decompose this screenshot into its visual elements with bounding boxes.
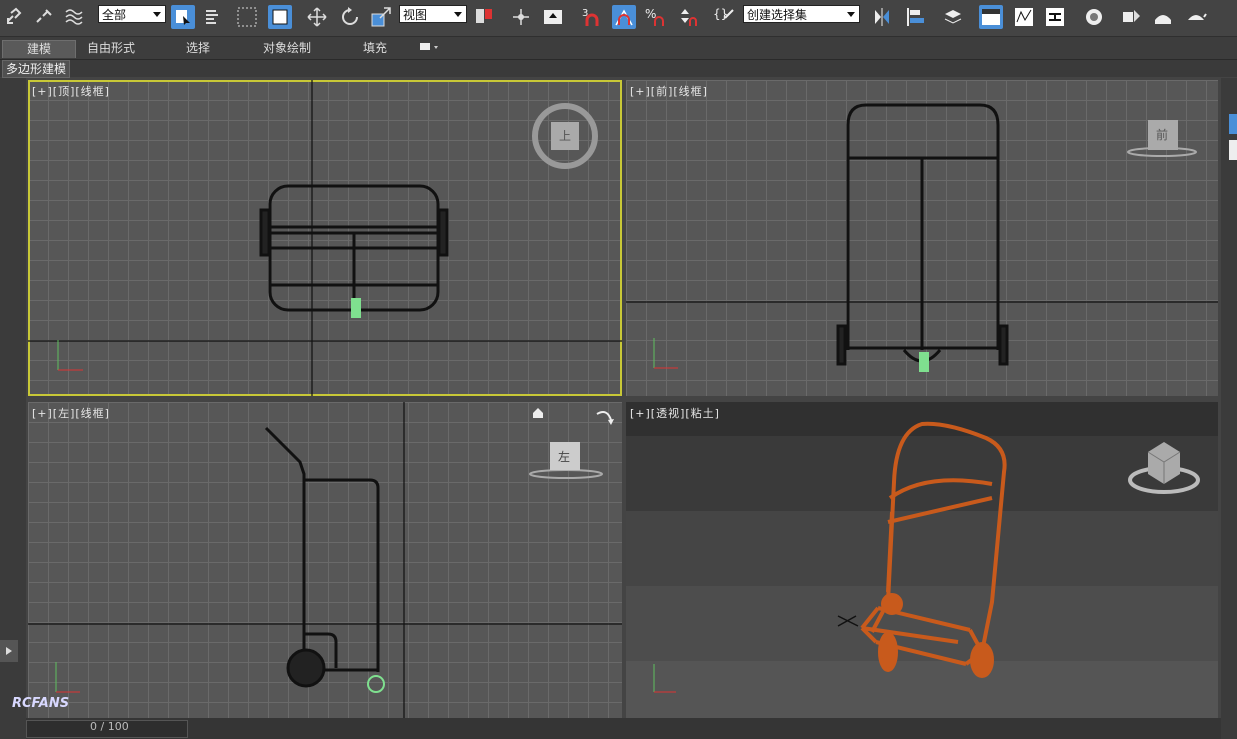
mirror-icon[interactable]: [870, 5, 894, 29]
angle-snap-icon[interactable]: [612, 5, 636, 29]
left-panel-strip: [0, 78, 26, 739]
tab-freeform[interactable]: 自由形式: [78, 40, 144, 57]
schematic-view-icon[interactable]: [1043, 5, 1067, 29]
named-selection-set-dropdown[interactable]: 创建选择集: [743, 5, 860, 23]
spinner-snap-icon[interactable]: [676, 5, 700, 29]
selected-wheel-marker: [351, 298, 361, 318]
viewport-perspective[interactable]: [+][透视][粘土]: [626, 402, 1218, 718]
command-panel-field[interactable]: [1229, 140, 1237, 160]
select-by-name-icon[interactable]: [202, 5, 226, 29]
viewcube-front-label: 前: [1156, 128, 1169, 142]
reference-coord-value: 视图: [403, 8, 428, 22]
percent-snap-icon[interactable]: %: [644, 5, 668, 29]
rotate-icon[interactable]: [338, 5, 362, 29]
selected-wheel-marker-left: [367, 675, 385, 693]
tab-populate[interactable]: 填充: [350, 40, 400, 57]
polygon-modeling-label[interactable]: 多边形建模: [2, 60, 71, 78]
ribbon-tabs: 建模 自由形式 选择 对象绘制 填充: [0, 37, 1237, 60]
render-setup-icon[interactable]: [1119, 5, 1143, 29]
reference-coord-dropdown[interactable]: 视图: [399, 5, 467, 23]
viewcube-top[interactable]: 上: [531, 102, 599, 170]
pivot-center-icon[interactable]: [472, 5, 496, 29]
unlink-icon[interactable]: [32, 5, 56, 29]
move-icon[interactable]: [305, 5, 329, 29]
viewport-left[interactable]: [+][左][线框] 左: [28, 402, 622, 718]
viewport-perspective-label[interactable]: [+][透视][粘土]: [630, 405, 720, 421]
main-toolbar: 全部 视图 3 % {} 创建选择集: [0, 0, 1237, 37]
tab-modeling[interactable]: 建模: [2, 40, 76, 58]
link-icon[interactable]: [2, 5, 26, 29]
toggle-ribbon-icon[interactable]: [979, 5, 1003, 29]
command-panel-tab[interactable]: [1229, 114, 1237, 134]
scale-icon[interactable]: [369, 5, 393, 29]
layer-manager-icon[interactable]: [941, 5, 965, 29]
time-slider-value: 0 / 100: [90, 720, 129, 733]
select-manipulate-icon[interactable]: [509, 5, 533, 29]
material-editor-icon[interactable]: [1082, 5, 1106, 29]
tab-selection[interactable]: 选择: [170, 40, 226, 57]
named-selection-set-value: 创建选择集: [747, 8, 808, 22]
ribbon-options-icon[interactable]: [415, 40, 443, 57]
svg-text:{}: {}: [713, 7, 728, 21]
rendered-frame-window-icon[interactable]: [1151, 5, 1175, 29]
rect-region-icon[interactable]: [235, 5, 259, 29]
viewcube-top-label: 上: [559, 129, 572, 143]
selection-filter-dropdown[interactable]: 全部: [98, 5, 166, 23]
render-production-icon[interactable]: [1184, 5, 1208, 29]
selected-wheel-marker-front: [919, 352, 929, 372]
edit-named-selection-icon[interactable]: {}: [712, 5, 736, 29]
viewcube-left-label: 左: [558, 450, 571, 464]
ribbon-subpanel: 多边形建模: [0, 60, 1237, 78]
expand-panel-button[interactable]: [0, 640, 18, 662]
rotate-view-icon[interactable]: [593, 406, 617, 430]
hand-truck-front-wireframe: [836, 103, 1009, 366]
axis-tripod-left: [55, 662, 80, 693]
status-bar: [26, 718, 1221, 739]
axis-tripod-front: [653, 338, 678, 369]
viewport-front[interactable]: [+][前][线框] 前: [626, 80, 1218, 396]
select-object-icon[interactable]: [171, 5, 195, 29]
viewcube-perspective[interactable]: [1126, 434, 1206, 498]
tab-object-paint[interactable]: 对象绘制: [255, 40, 319, 57]
align-icon[interactable]: [903, 5, 927, 29]
viewcube-front[interactable]: 前: [1126, 118, 1202, 158]
hand-truck-top-wireframe: [259, 184, 449, 312]
selection-filter-value: 全部: [102, 8, 127, 22]
viewport-top[interactable]: [+][顶][线框] 上: [28, 80, 622, 396]
keyboard-shortcut-override-icon[interactable]: [541, 5, 565, 29]
home-icon[interactable]: [531, 406, 545, 420]
snap-toggle-icon[interactable]: 3: [580, 5, 604, 29]
bind-spacewarp-icon[interactable]: [63, 5, 87, 29]
hand-truck-side-wireframe: [264, 426, 380, 688]
axis-tripod-top: [57, 340, 83, 371]
curve-editor-icon[interactable]: [1012, 5, 1036, 29]
watermark-logo: RCFANS: [12, 696, 70, 711]
window-crossing-icon[interactable]: [268, 5, 292, 29]
command-panel-strip: [1221, 78, 1237, 739]
viewcube-left[interactable]: 左: [528, 434, 608, 482]
